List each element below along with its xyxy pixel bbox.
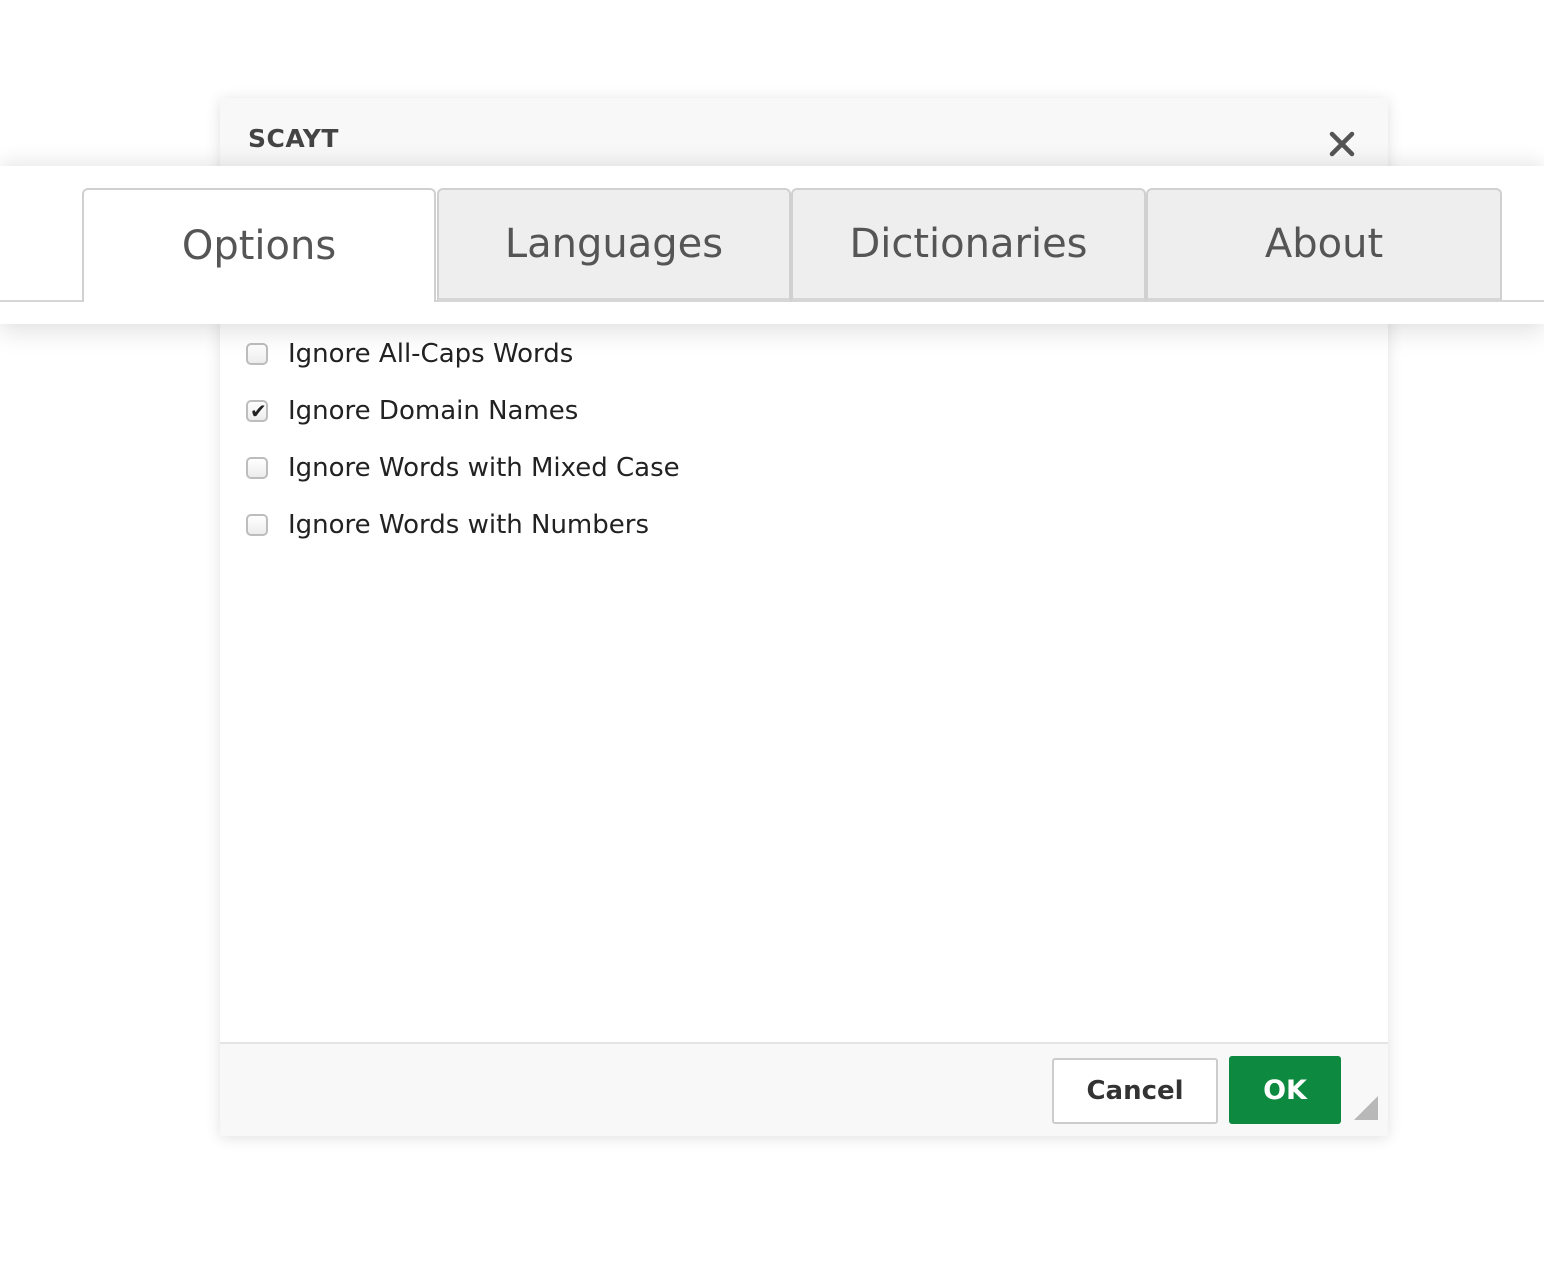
tab-about[interactable]: About: [1146, 188, 1502, 302]
checkbox-ignore-domain-names[interactable]: ✔: [246, 400, 268, 422]
option-ignore-words-with-numbers[interactable]: Ignore Words with Numbers: [246, 501, 649, 549]
checkbox-ignore-all-caps[interactable]: [246, 343, 268, 365]
dialog-footer: Cancel OK: [220, 1042, 1388, 1136]
checkbox-ignore-words-with-numbers[interactable]: [246, 514, 268, 536]
close-icon: [1329, 131, 1355, 157]
option-label: Ignore Words with Numbers: [288, 510, 649, 540]
option-ignore-all-caps[interactable]: Ignore All-Caps Words: [246, 330, 573, 378]
cancel-button[interactable]: Cancel: [1052, 1058, 1218, 1124]
tab-options[interactable]: Options: [82, 188, 436, 302]
tab-strip: Options Languages Dictionaries About: [0, 166, 1544, 324]
option-label: Ignore Words with Mixed Case: [288, 453, 680, 483]
resize-handle-icon[interactable]: [1354, 1096, 1378, 1120]
checkbox-ignore-mixed-case[interactable]: [246, 457, 268, 479]
option-ignore-mixed-case[interactable]: Ignore Words with Mixed Case: [246, 444, 680, 492]
option-label: Ignore All-Caps Words: [288, 339, 574, 369]
checkmark-icon: ✔: [250, 399, 267, 423]
tab-dictionaries[interactable]: Dictionaries: [791, 188, 1146, 302]
ok-button[interactable]: OK: [1229, 1056, 1341, 1124]
page: SCAYT Ignore All-Caps Words ✔ Ignore Dom…: [0, 0, 1544, 1267]
dialog-title-bar[interactable]: SCAYT: [220, 98, 1388, 168]
close-button[interactable]: [1320, 122, 1364, 166]
tab-languages[interactable]: Languages: [437, 188, 791, 302]
dialog-title: SCAYT: [248, 124, 339, 153]
option-ignore-domain-names[interactable]: ✔ Ignore Domain Names: [246, 387, 578, 435]
option-label: Ignore Domain Names: [288, 396, 579, 426]
